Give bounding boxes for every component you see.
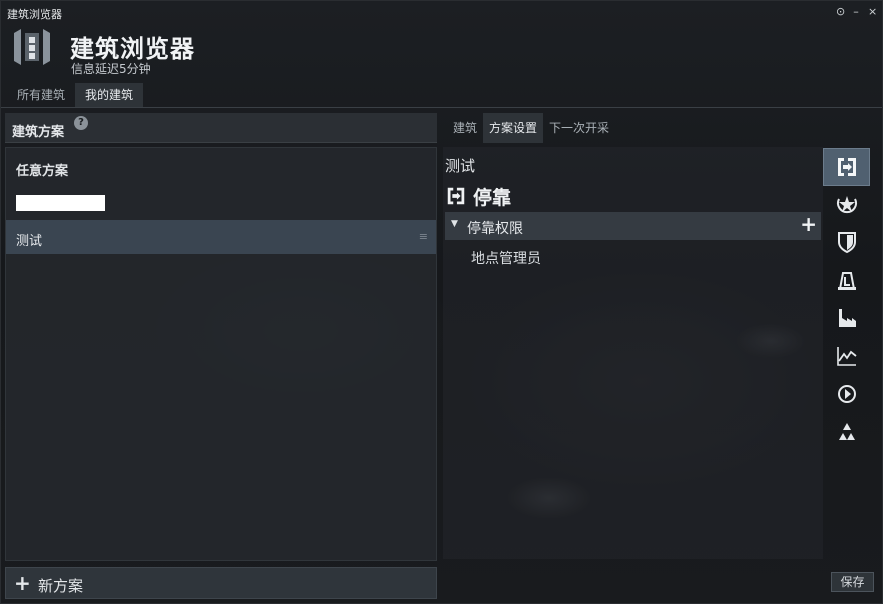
tab-my-structures[interactable]: 我的建筑 (75, 83, 144, 107)
plus-icon: + (14, 571, 31, 595)
close-icon[interactable]: × (868, 5, 877, 18)
tab-next-extraction[interactable]: 下一次开采 (543, 113, 615, 143)
title-bar: 建筑浏览器 ⊙ – × (1, 1, 882, 23)
minimize-icon[interactable]: – (852, 5, 860, 18)
any-plan-label[interactable]: 任意方案 (16, 160, 68, 179)
permission-group-label: 停靠权限 (467, 221, 523, 237)
docking-category-icon[interactable] (823, 148, 870, 186)
plan-filter-input[interactable] (16, 195, 105, 211)
plan-detail-tabs: 建筑 方案设置 下一次开采 (447, 113, 615, 143)
structure-browser-window: 建筑浏览器 ⊙ – × 建筑浏览器 信息延迟5分钟 所有建筑 我的建筑 建筑方案… (0, 0, 883, 604)
plans-title: 建筑方案 (12, 125, 65, 140)
recycle-icon[interactable] (823, 413, 870, 451)
defense-shield-icon[interactable] (823, 223, 870, 261)
permission-item[interactable]: 地点管理员 (471, 248, 541, 268)
window-title: 建筑浏览器 (7, 8, 62, 21)
docking-section-heading: 停靠 (445, 183, 511, 209)
market-chart-icon[interactable] (823, 337, 870, 375)
plan-item-label: 测试 (16, 234, 43, 249)
docking-section-title: 停靠 (473, 186, 512, 209)
app-title: 建筑浏览器 (70, 35, 195, 63)
window-controls: ⊙ – × (836, 5, 877, 18)
tab-divider (1, 107, 882, 108)
tab-all-structures[interactable]: 所有建筑 (7, 83, 75, 107)
new-plan-button[interactable]: + 新方案 (5, 567, 437, 599)
plans-header: 建筑方案 ? (5, 113, 437, 143)
hamburger-menu-icon[interactable]: ≡ (419, 230, 428, 243)
docking-icon (447, 187, 465, 205)
new-plan-label: 新方案 (38, 577, 84, 595)
structure-logo-icon (14, 29, 50, 65)
collapse-arrow-icon[interactable]: ▼ (451, 219, 458, 229)
plan-settings-content: 测试 停靠 ▼ 停靠权限 + 地点管理员 (443, 147, 823, 559)
data-delay-notice: 信息延迟5分钟 (71, 62, 151, 76)
top-tabs: 所有建筑 我的建筑 (7, 83, 144, 107)
docking-permission-group[interactable]: ▼ 停靠权限 + (445, 212, 821, 240)
plans-list: 任意方案 测试 ≡ (5, 147, 437, 561)
jump-gate-icon[interactable] (823, 375, 870, 413)
standings-icon[interactable] (823, 185, 870, 223)
plan-name: 测试 (445, 157, 476, 175)
save-button[interactable]: 保存 (831, 572, 874, 592)
tab-structures[interactable]: 建筑 (447, 113, 483, 143)
settings-category-bar (823, 147, 871, 457)
reinforce-icon[interactable] (823, 261, 870, 299)
tab-plan-settings[interactable]: 方案设置 (483, 113, 544, 143)
help-icon[interactable]: ? (74, 116, 88, 130)
settings-icon[interactable]: ⊙ (836, 5, 845, 18)
plan-list-item[interactable]: 测试 ≡ (6, 220, 436, 254)
industry-factory-icon[interactable] (823, 299, 870, 337)
add-permission-button[interactable]: + (800, 212, 817, 236)
